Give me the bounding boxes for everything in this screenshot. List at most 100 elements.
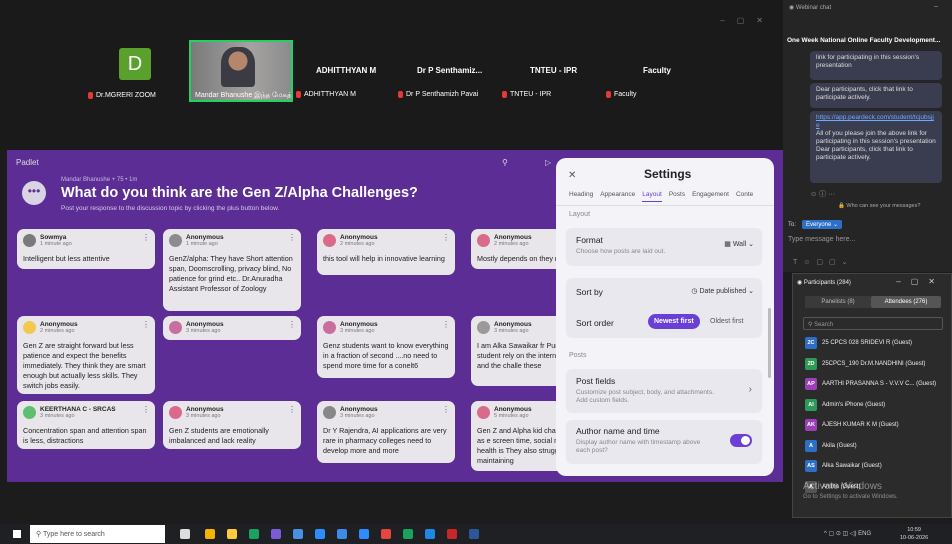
scrollbar[interactable] <box>768 308 771 378</box>
participant-row[interactable]: 2C 25 CPCS 028 SRIDEVI R (Guest) <box>805 336 912 350</box>
sort-row: Sort by ◷ Date published ⌄ Sort order Ne… <box>566 278 762 338</box>
chrome-icon[interactable] <box>381 529 391 539</box>
post-card[interactable]: Anonymous 3 minutes ago ⋮ Dr Y Rajendra, AI… <box>317 401 455 463</box>
card-author: Sowmya <box>40 234 67 241</box>
post-card[interactable]: Anonymous 3 minutes ago ⋮ Genz students wan… <box>317 316 455 378</box>
tab-content[interactable]: Conte <box>736 191 753 202</box>
clock[interactable]: 10:59 10-06-2026 <box>900 526 928 542</box>
more-icon[interactable]: ⋮ <box>288 405 296 415</box>
avatar <box>169 321 182 334</box>
card-body: GenZ/alpha: They have Short attention sp… <box>169 254 293 293</box>
tab-appearance[interactable]: Appearance <box>600 191 635 202</box>
post-card[interactable]: Anonymous 2 minutes ago ⋮ this tool will he… <box>317 229 455 275</box>
task-view-icon[interactable] <box>180 529 190 539</box>
play-icon[interactable]: ▷ <box>545 158 551 167</box>
participant-row[interactable]: AS Alka Sawaikar (Guest) <box>805 459 882 473</box>
taskbar-search[interactable]: ⚲ Type here to search <box>30 525 165 543</box>
window-controls: –▢✕ <box>896 277 945 286</box>
more-icon[interactable]: ⋮ <box>288 320 296 330</box>
app-icon[interactable] <box>425 529 435 539</box>
tab-panelists[interactable]: Panelists (8) <box>805 296 871 308</box>
card-time: 2 minutes ago <box>494 241 529 247</box>
folder-icon[interactable] <box>227 529 237 539</box>
format-select[interactable]: ▦ Wall ⌄ <box>724 240 754 248</box>
more-icon[interactable]: ⋮ <box>442 320 450 330</box>
avatar <box>23 321 36 334</box>
chat-toolbar-icons[interactable]: T☺▢▢⌄ <box>793 258 854 266</box>
tab-engagement[interactable]: Engagement <box>692 191 729 202</box>
participant-name: Akila (Guest) <box>822 442 857 449</box>
participant-row[interactable]: A Akila (Guest) <box>805 439 857 453</box>
oldest-first-button[interactable]: Oldest first <box>710 318 743 325</box>
post-card[interactable]: Anonymous 1 minute ago ⋮ GenZ/alpha: They h… <box>163 229 301 311</box>
search-icon[interactable]: ⚲ <box>502 158 508 167</box>
mic-muted-icon <box>88 92 93 99</box>
app-icon[interactable] <box>271 529 281 539</box>
app-icon[interactable] <box>337 529 347 539</box>
app-icon[interactable] <box>205 529 215 539</box>
video-tile-dr-mgreri[interactable]: D Dr.MGRERI ZOOM <box>80 40 182 102</box>
participant-row[interactable]: 2D 25CPCS_190 Dr.M.NANDHINI (Guest) <box>805 357 925 371</box>
more-icon[interactable]: ⋮ <box>442 405 450 415</box>
format-row[interactable]: Format Choose how posts are laid out. ▦ … <box>566 228 762 266</box>
chat-message: https://app.peardeck.com/student/tcjubsj… <box>810 111 942 183</box>
reaction-icons[interactable]: ☺ ⓘ ··· <box>810 189 835 199</box>
recipient-select[interactable]: Everyone ⌄ <box>802 220 843 229</box>
tab-posts[interactable]: Posts <box>669 191 685 202</box>
post-fields-row[interactable]: Post fields Customize post subject, body… <box>566 369 762 413</box>
app-icon[interactable] <box>359 529 369 539</box>
video-tile-mandar[interactable]: Mandar Bhanushe இந்த மேகத் <box>189 40 293 102</box>
more-icon[interactable]: ⋮ <box>442 233 450 243</box>
post-card[interactable]: Anonymous 3 minutes ago ⋮ Gen Z students ar… <box>163 401 301 449</box>
padlet-brand: Padlet <box>16 158 39 167</box>
word-icon[interactable] <box>469 529 479 539</box>
tab-attendees[interactable]: Attendees (276) <box>871 296 941 308</box>
chat-link[interactable]: https://app.peardeck.com/student/tcjubsj… <box>816 114 936 130</box>
search-input[interactable]: ⚲ Search <box>803 317 943 330</box>
post-card[interactable]: Anonymous3 minutes ago⋮Nice Tool <box>163 316 301 340</box>
post-card[interactable]: Anonymous 2 minutes ago ⋮ Gen Z are straigh… <box>17 316 155 394</box>
more-icon[interactable]: ⋮ <box>142 405 150 415</box>
zoom-icon[interactable] <box>315 529 325 539</box>
author-sub: Display author name with timestamp above… <box>576 439 701 454</box>
sortby-label: Sort by <box>576 287 603 297</box>
more-icon[interactable]: ⋮ <box>288 233 296 243</box>
app-icon[interactable] <box>403 529 413 539</box>
post-card[interactable]: KEERTHANA C - SRCAS 3 minutes ago ⋮ Concent… <box>17 401 155 449</box>
who-can-see[interactable]: 🔒 Who can see your messages? <box>838 203 920 209</box>
sortby-select[interactable]: ◷ Date published ⌄ <box>691 287 754 295</box>
tile-name: Dr P Senthamizh Pavai <box>398 91 478 98</box>
card-body: this tool will help in innovative learni… <box>323 254 445 263</box>
app-icon[interactable] <box>293 529 303 539</box>
participant-row[interactable]: AP AARTHI PRASANNA S - V.V.V C... (Guest) <box>805 377 936 391</box>
message-input[interactable]: Type message here... <box>788 236 855 243</box>
participant-row[interactable]: AI Admin's iPhone (Guest) <box>805 398 885 412</box>
tile-name: TNTEU - IPR <box>502 91 551 98</box>
card-author: Anonymous <box>186 321 224 328</box>
zoom-video-strip: D Dr.MGRERI ZOOM Mandar Bhanushe இந்த மே… <box>0 0 783 150</box>
post-card[interactable]: Sowmya 1 minute ago ⋮ Intelligent but less … <box>17 229 155 269</box>
section-label: Posts <box>569 352 587 359</box>
tab-heading[interactable]: Heading <box>569 191 593 202</box>
close-icon[interactable]: ✕ <box>568 170 576 181</box>
avatar <box>477 234 490 247</box>
windows-start-icon[interactable] <box>13 530 21 538</box>
chevron-right-icon: › <box>748 384 752 395</box>
settings-panel: ✕ Settings Heading Appearance Layout Pos… <box>556 158 774 476</box>
newest-first-button[interactable]: Newest first <box>648 314 700 329</box>
more-icon[interactable]: ⋮ <box>142 233 150 243</box>
card-author: Anonymous <box>186 406 224 413</box>
app-icon[interactable] <box>249 529 259 539</box>
participant-name: AARTHI PRASANNA S - V.V.V C... (Guest) <box>822 381 937 387</box>
card-time: 2 minutes ago <box>340 241 375 247</box>
more-icon[interactable]: ⋮ <box>142 320 150 330</box>
card-body: Gen Z are straight forward but less pati… <box>23 341 146 390</box>
tab-layout[interactable]: Layout <box>642 191 662 202</box>
participant-row[interactable]: AK AJESH KUMAR K M (Guest) <box>805 418 899 432</box>
mic-muted-icon <box>398 91 403 98</box>
author-toggle[interactable] <box>730 434 752 447</box>
window-controls: – <box>934 3 938 10</box>
app-icon[interactable] <box>447 529 457 539</box>
postfields-sub: Customize post subject, body, and attach… <box>576 389 714 404</box>
card-header: Anonymous 3 minutes ago <box>169 321 295 335</box>
